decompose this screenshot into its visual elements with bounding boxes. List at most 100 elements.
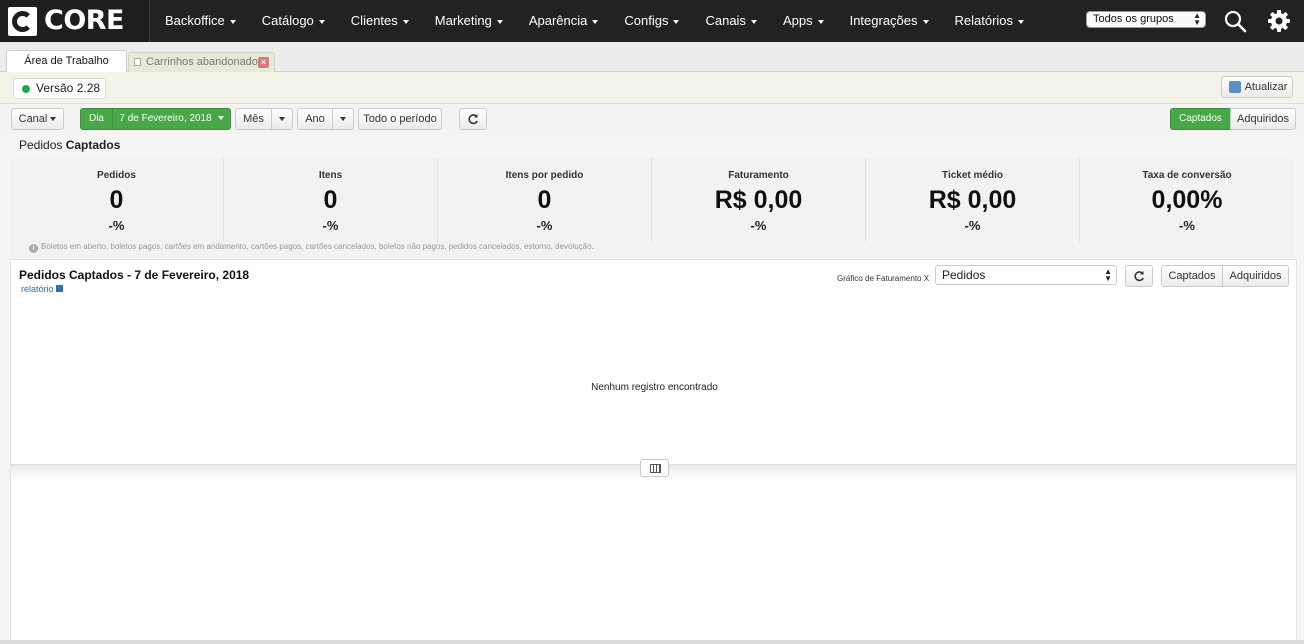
chart-metric-label: Gráfico de Faturamento X <box>837 274 930 283</box>
nav-label: Marketing <box>434 13 492 28</box>
stat-pct: -% <box>964 218 981 233</box>
nav-backoffice[interactable]: Backoffice <box>152 0 249 42</box>
top-navbar: CORE Backoffice Catálogo Clientes Market… <box>0 0 1304 42</box>
caret-down-icon <box>922 19 929 24</box>
nav-label: Relatórios <box>954 13 1014 28</box>
caret-down-icon <box>673 19 680 24</box>
nav-apps[interactable]: Apps <box>770 0 837 42</box>
stat-pct: -% <box>536 218 553 233</box>
external-link-icon <box>55 285 63 292</box>
refresh-button[interactable]: Atualizar <box>1221 76 1293 98</box>
stat-label: Taxa de conversão <box>1142 170 1232 181</box>
nav-label: Configs <box>624 13 669 28</box>
date-picker-button[interactable]: 7 de Fevereiro, 2018 <box>113 108 231 130</box>
logo[interactable]: CORE <box>0 0 150 42</box>
chart-captados-toggle[interactable]: Captados <box>1161 265 1223 287</box>
chart-metric-select[interactable]: Pedidos ▲ ▼ <box>935 265 1117 285</box>
nav-label: Catálogo <box>261 13 314 28</box>
tab-label: Carrinhos abandonados <box>146 56 264 68</box>
stat-label: Itens por pedido <box>505 170 584 181</box>
empty-state-message: Nenhum registro encontrado <box>591 382 718 393</box>
chart-reload-button[interactable] <box>1125 265 1153 287</box>
stat-ticket-medio: Ticket médio R$ 0,00 -% <box>866 158 1080 242</box>
chart-panel: Pedidos Captados - 7 de Fevereiro, 2018 … <box>10 259 1297 642</box>
stat-label: Ticket médio <box>942 170 1003 181</box>
stat-value: R$ 0,00 <box>928 186 1017 214</box>
table-view-icon[interactable] <box>640 459 669 477</box>
search-icon[interactable] <box>1222 8 1248 34</box>
stat-itens: Itens 0 -% <box>224 158 438 242</box>
ano-dropdown-toggle[interactable] <box>332 108 354 130</box>
version-badge: Versão 2.28 <box>13 78 106 99</box>
adquiridos-toggle[interactable]: Adquiridos <box>1230 108 1296 130</box>
stat-pct: -% <box>750 218 767 233</box>
select-arrows-icon: ▲ ▼ <box>1104 267 1112 283</box>
stat-itens-por-pedido: Itens por pedido 0 -% <box>438 158 652 242</box>
stat-value: 0 <box>323 186 338 214</box>
chart-adquiridos-toggle[interactable]: Adquiridos <box>1222 265 1289 287</box>
chart-panel-title: Pedidos Captados - 7 de Fevereiro, 2018 <box>19 268 250 282</box>
chart-metric-value: Pedidos <box>942 268 986 282</box>
nav-label: Integrações <box>849 13 918 28</box>
stats-summary: Pedidos 0 -% Itens 0 -% Itens por pedido… <box>10 158 1294 258</box>
nav-integracoes[interactable]: Integrações <box>837 0 942 42</box>
nav-configs[interactable]: Configs <box>611 0 692 42</box>
relatorio-link-label: relatório <box>21 284 54 294</box>
stat-value: 0 <box>537 186 552 214</box>
ano-button[interactable]: Ano <box>297 108 333 130</box>
stats-note-text: Boletos em aberto, boletos pagos, cartõe… <box>41 242 594 251</box>
relatorio-link[interactable]: relatório <box>21 284 63 294</box>
tab-carrinhos-abandonados[interactable]: Carrinhos abandonados × <box>128 52 275 72</box>
stat-pct: -% <box>322 218 339 233</box>
nav-aparencia[interactable]: Aparência <box>516 0 612 42</box>
refresh-icon <box>1134 271 1144 282</box>
section-title-bold: Captados <box>65 138 121 152</box>
stats-note: i Boletos em aberto, boletos pagos, cartõ… <box>29 242 594 253</box>
section-title-prefix: Pedidos <box>19 138 63 152</box>
mes-dropdown-toggle[interactable] <box>271 108 293 130</box>
nav-label: Canais <box>705 13 746 28</box>
stat-value: 0,00% <box>1151 186 1223 214</box>
nav-label: Clientes <box>350 13 398 28</box>
stat-label: Itens <box>318 170 343 181</box>
stat-value: R$ 0,00 <box>714 186 803 214</box>
logo-text: CORE <box>44 5 125 36</box>
tab-area-de-trabalho[interactable]: Área de Trabalho <box>6 50 127 73</box>
document-icon <box>134 58 141 66</box>
todo-periodo-button[interactable]: Todo o período <box>358 108 442 130</box>
bottom-border <box>0 640 1304 644</box>
caret-down-icon <box>340 117 346 122</box>
caret-down-icon <box>750 19 757 24</box>
filter-toolbar: Canal Dia 7 de Fevereiro, 2018 Mês Ano T… <box>0 105 1304 135</box>
nav-clientes[interactable]: Clientes <box>338 0 422 42</box>
group-select[interactable]: Todos os grupos ▲ ▼ <box>1086 11 1206 28</box>
stat-pct: -% <box>1179 218 1195 233</box>
caret-down-icon <box>1018 19 1025 24</box>
caret-down-icon <box>217 116 224 121</box>
nav-relatorios[interactable]: Relatórios <box>942 0 1038 42</box>
nav-catalogo[interactable]: Catálogo <box>249 0 338 42</box>
close-tab-icon[interactable]: × <box>258 57 269 68</box>
caret-down-icon <box>279 117 285 122</box>
main-content: Versão 2.28 Atualizar Canal Dia 7 de Fev… <box>0 72 1304 644</box>
stat-label: Pedidos <box>97 170 136 181</box>
stat-faturamento: Faturamento R$ 0,00 -% <box>652 158 866 242</box>
group-select-value: Todos os grupos <box>1093 13 1174 25</box>
nav-label: Backoffice <box>165 13 225 28</box>
reload-button[interactable] <box>459 108 487 130</box>
tab-strip: Área de Trabalho Carrinhos abandonados × <box>0 42 1304 73</box>
nav-marketing[interactable]: Marketing <box>422 0 516 42</box>
gear-icon[interactable] <box>1266 8 1292 34</box>
captados-toggle[interactable]: Captados <box>1170 108 1231 130</box>
nav-canais[interactable]: Canais <box>692 0 769 42</box>
dia-button[interactable]: Dia <box>80 108 113 130</box>
mes-button[interactable]: Mês <box>235 108 272 130</box>
main-nav: Backoffice Catálogo Clientes Marketing A… <box>152 0 1037 42</box>
canal-dropdown[interactable]: Canal <box>11 108 64 130</box>
refresh-app-icon <box>1229 81 1241 93</box>
stat-value: 0 <box>109 186 124 214</box>
version-bar: Versão 2.28 Atualizar <box>0 72 1304 104</box>
stat-label: Faturamento <box>728 170 789 181</box>
caret-down-icon <box>50 117 57 122</box>
stat-pct: -% <box>108 218 125 233</box>
